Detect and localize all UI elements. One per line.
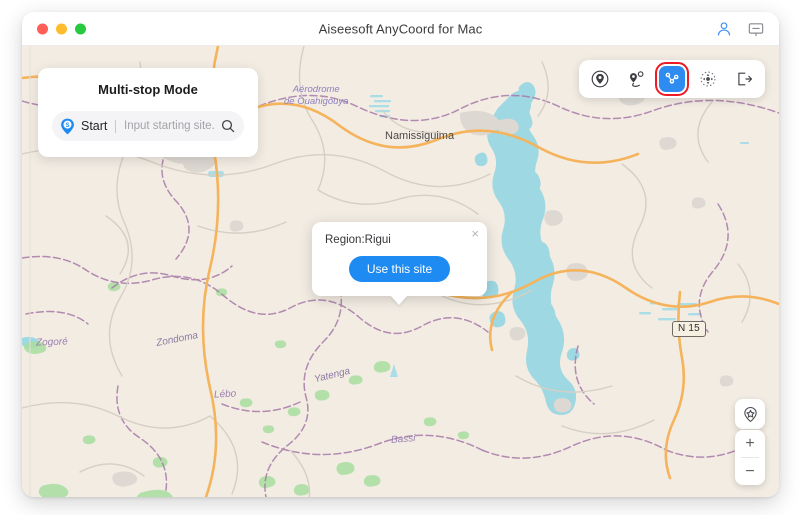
window-title: Aiseesoft AnyCoord for Mac: [318, 21, 483, 36]
joystick-mode-button[interactable]: [695, 66, 721, 92]
exit-button[interactable]: [731, 66, 757, 92]
titlebar: Aiseesoft AnyCoord for Mac: [22, 12, 779, 46]
panel-title: Multi-stop Mode: [98, 82, 198, 97]
use-this-site-button[interactable]: Use this site: [348, 256, 451, 282]
start-label: Start: [81, 119, 108, 133]
zoom-out-button[interactable]: −: [735, 458, 765, 485]
zoom-control: + −: [735, 430, 765, 485]
monitor-icon[interactable]: [747, 20, 765, 38]
search-icon[interactable]: [221, 119, 235, 133]
start-pin-icon: S: [61, 118, 74, 134]
multi-stop-panel: Multi-stop Mode S Start: [38, 68, 258, 157]
multi-stop-mode-button[interactable]: [655, 62, 689, 96]
user-icon[interactable]: [715, 20, 733, 38]
close-icon[interactable]: ×: [471, 227, 479, 240]
field-divider: [115, 119, 116, 133]
svg-text:S: S: [65, 123, 69, 129]
map-canvas[interactable]: Aérodrome de Ouahigouya Namissiguima Zog…: [22, 46, 779, 497]
start-site-field[interactable]: S Start: [52, 111, 244, 141]
favorites-button[interactable]: [735, 399, 765, 429]
titlebar-actions: [715, 20, 765, 38]
region-text: Region:Rigui: [325, 234, 391, 246]
one-stop-mode-button[interactable]: [623, 66, 649, 92]
pin-star-icon: [743, 406, 757, 422]
road-shield-n15: N 15: [672, 321, 706, 337]
site-popup: × Region:Rigui Use this site: [312, 222, 487, 296]
modify-location-mode-button[interactable]: [587, 66, 613, 92]
mode-toolbar: [579, 60, 765, 98]
start-input[interactable]: [124, 120, 215, 132]
zoom-in-button[interactable]: +: [735, 430, 765, 457]
app-window: Aiseesoft AnyCoord for Mac Aérodrome de …: [22, 12, 779, 497]
